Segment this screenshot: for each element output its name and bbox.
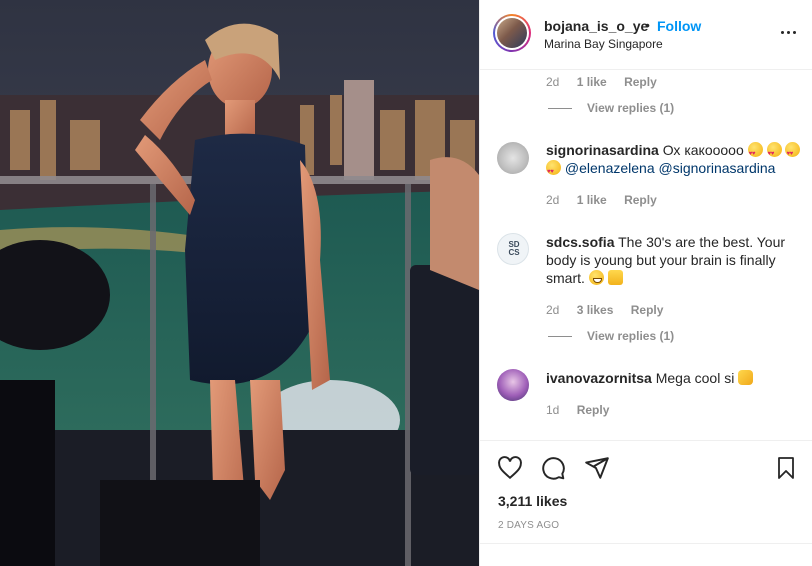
mention-link[interactable]: @signorinasardina	[659, 160, 776, 176]
instagram-post-modal: bojana_is_o_ye • Follow Marina Bay Singa…	[0, 0, 812, 566]
comment-likes[interactable]: 1 like	[577, 75, 607, 89]
comment-meta: 2d 3 likes Reply	[546, 303, 663, 317]
replies-line	[548, 108, 572, 109]
post-header: bojana_is_o_ye • Follow Marina Bay Singa…	[480, 0, 812, 70]
heart-eyes-emoji	[747, 142, 763, 163]
heart-eyes-emoji	[546, 160, 561, 181]
post-actions: 3,211 likes 2 DAYS AGO	[480, 440, 812, 566]
heart-eyes-emoji	[785, 142, 801, 163]
heart-icon[interactable]	[497, 455, 523, 481]
post-side-panel: bojana_is_o_ye • Follow Marina Bay Singa…	[479, 0, 812, 566]
share-icon[interactable]	[584, 455, 610, 481]
divider	[480, 543, 812, 544]
comment-body: Ох какооооо	[662, 142, 744, 158]
view-replies-button[interactable]: View replies (1)	[587, 329, 674, 343]
post-photo[interactable]	[0, 0, 479, 566]
post-location[interactable]: Marina Bay Singapore	[544, 37, 663, 51]
follow-button[interactable]: Follow	[657, 18, 701, 34]
heart-eyes-emoji	[766, 142, 782, 163]
comment-time: 1d	[546, 403, 560, 417]
comment-time: 2d	[546, 193, 560, 207]
reply-button[interactable]: Reply	[624, 193, 657, 207]
avatar[interactable]: SD CS	[497, 233, 529, 265]
post-username[interactable]: bojana_is_o_ye	[544, 18, 648, 34]
avatar-monogram: SD CS	[508, 240, 520, 257]
comment-body: Mega cool si	[655, 370, 735, 386]
clapping-hands-emoji	[738, 370, 754, 385]
avatar[interactable]	[497, 142, 529, 174]
thumbs-up-emoji	[607, 270, 623, 285]
comment-meta: 2d 1 like Reply	[546, 75, 657, 89]
comment-username[interactable]: ivanovazornitsa	[546, 370, 652, 386]
comment-username[interactable]: sdcs.sofia	[546, 234, 614, 250]
replies-line	[548, 336, 572, 337]
comment-time: 2d	[546, 303, 560, 317]
comment-likes[interactable]: 3 likes	[577, 303, 614, 317]
likes-count[interactable]: 3,211 likes	[498, 493, 567, 509]
comment-time: 2d	[546, 75, 560, 89]
comment-meta: 1d Reply	[546, 403, 609, 417]
reply-button[interactable]: Reply	[624, 75, 657, 89]
avatar	[497, 18, 527, 48]
comment-meta: 2d 1 like Reply	[546, 193, 657, 207]
avatar[interactable]	[497, 369, 529, 401]
separator-dot: •	[645, 17, 650, 33]
comment-username[interactable]: signorinasardina	[546, 142, 659, 158]
comment-text: sdcs.sofia The 30's are the best. Your b…	[546, 233, 804, 287]
comment-text: ivanovazornitsa Mega cool si	[546, 369, 804, 387]
post-date[interactable]: 2 DAYS AGO	[498, 520, 559, 531]
bookmark-icon[interactable]	[774, 455, 798, 481]
avatar-frame	[495, 16, 529, 50]
comments-list: 2d 1 like Reply View replies (1) signori…	[480, 70, 812, 440]
comment-text: signorinasardina Ох какооооо @elenazelen…	[546, 141, 804, 181]
view-replies-button[interactable]: View replies (1)	[587, 101, 674, 115]
story-ring[interactable]	[493, 14, 531, 52]
mention-link[interactable]: @elenazelena	[565, 160, 655, 176]
comment-icon[interactable]	[540, 455, 566, 481]
night-city-photo	[0, 0, 479, 566]
grin-emoji	[588, 270, 604, 285]
more-options-icon[interactable]	[779, 22, 799, 42]
comment-likes[interactable]: 1 like	[577, 193, 607, 207]
reply-button[interactable]: Reply	[631, 303, 664, 317]
reply-button[interactable]: Reply	[577, 403, 610, 417]
